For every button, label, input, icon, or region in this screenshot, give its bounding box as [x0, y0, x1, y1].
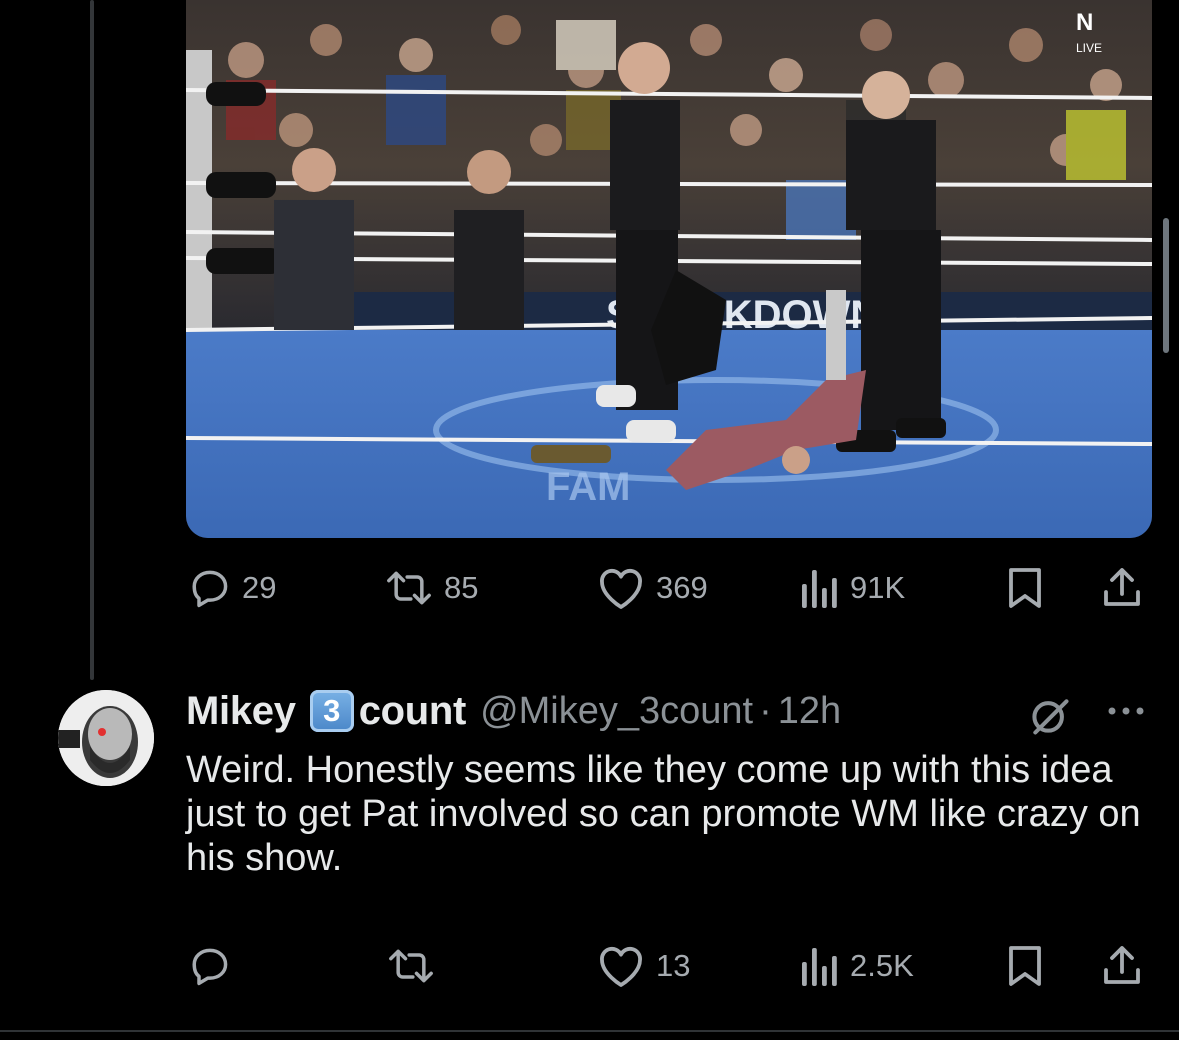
- reply-views-count: 2.5K: [850, 948, 914, 983]
- reply-reply-button[interactable]: [188, 936, 242, 996]
- reply-icon: [192, 948, 228, 986]
- share-button[interactable]: [1100, 558, 1144, 618]
- reply-author-name[interactable]: Mikey: [186, 689, 296, 734]
- heart-icon: [600, 946, 642, 987]
- reply-action-bar: 13 2.5K: [186, 936, 1152, 996]
- bookmark-icon: [1009, 568, 1041, 608]
- reply-icon: [192, 570, 228, 608]
- reply-text: Weird. Honestly seems like they come up …: [186, 749, 1141, 879]
- share-icon: [1104, 946, 1140, 984]
- repost-button[interactable]: 85: [384, 558, 478, 618]
- tweet-media-image[interactable]: SMACKDOWN FAM N LIVE: [186, 0, 1152, 538]
- share-icon: [1104, 568, 1140, 606]
- views-button[interactable]: 91K: [800, 558, 905, 618]
- reply-like-count: 13: [656, 948, 691, 983]
- keycap-emoji: 3: [309, 690, 354, 732]
- views-icon: [802, 570, 837, 608]
- reply-count: 29: [242, 570, 277, 605]
- media-live-badge: LIVE: [1076, 41, 1102, 55]
- views-count: 91K: [850, 570, 906, 605]
- repost-count: 85: [444, 570, 479, 605]
- like-button[interactable]: 369: [596, 558, 708, 618]
- reply-repost-button[interactable]: [386, 936, 446, 996]
- scrollbar[interactable]: [1163, 218, 1169, 353]
- like-count: 369: [656, 570, 708, 605]
- reply-views-button[interactable]: 2.5K: [800, 936, 914, 996]
- reply-like-button[interactable]: 13: [596, 936, 690, 996]
- reply-avatar[interactable]: [58, 690, 154, 786]
- reply-author-name-suffix[interactable]: count: [359, 689, 467, 734]
- bookmark-icon: [1009, 946, 1041, 986]
- tweet-action-bar: 29 85 369 91K: [186, 558, 1152, 618]
- separator-dot: ·: [759, 689, 772, 732]
- reply-timestamp[interactable]: 12h: [778, 690, 841, 733]
- repost-icon: [387, 571, 431, 605]
- repost-icon: [389, 949, 433, 983]
- bookmark-button[interactable]: [1004, 558, 1046, 618]
- grok-icon[interactable]: [1028, 694, 1072, 738]
- svg-text:FAM: FAM: [546, 465, 630, 509]
- reply-bookmark-button[interactable]: [1004, 936, 1046, 996]
- heart-icon: [600, 568, 642, 609]
- media-network-badge: N: [1076, 9, 1093, 36]
- reply-share-button[interactable]: [1100, 936, 1144, 996]
- reply-button[interactable]: 29: [188, 558, 276, 618]
- timeline: SMACKDOWN FAM N LIVE 29 85 369 91K Mikey…: [0, 0, 1179, 1040]
- reply-header: Mikey 3 count @Mikey_3count · 12h: [186, 686, 1152, 736]
- reply-author-handle[interactable]: @Mikey_3count: [480, 690, 753, 733]
- views-icon: [802, 948, 837, 986]
- divider: [0, 1030, 1179, 1032]
- more-icon[interactable]: [1104, 696, 1148, 726]
- thread-line: [90, 0, 94, 680]
